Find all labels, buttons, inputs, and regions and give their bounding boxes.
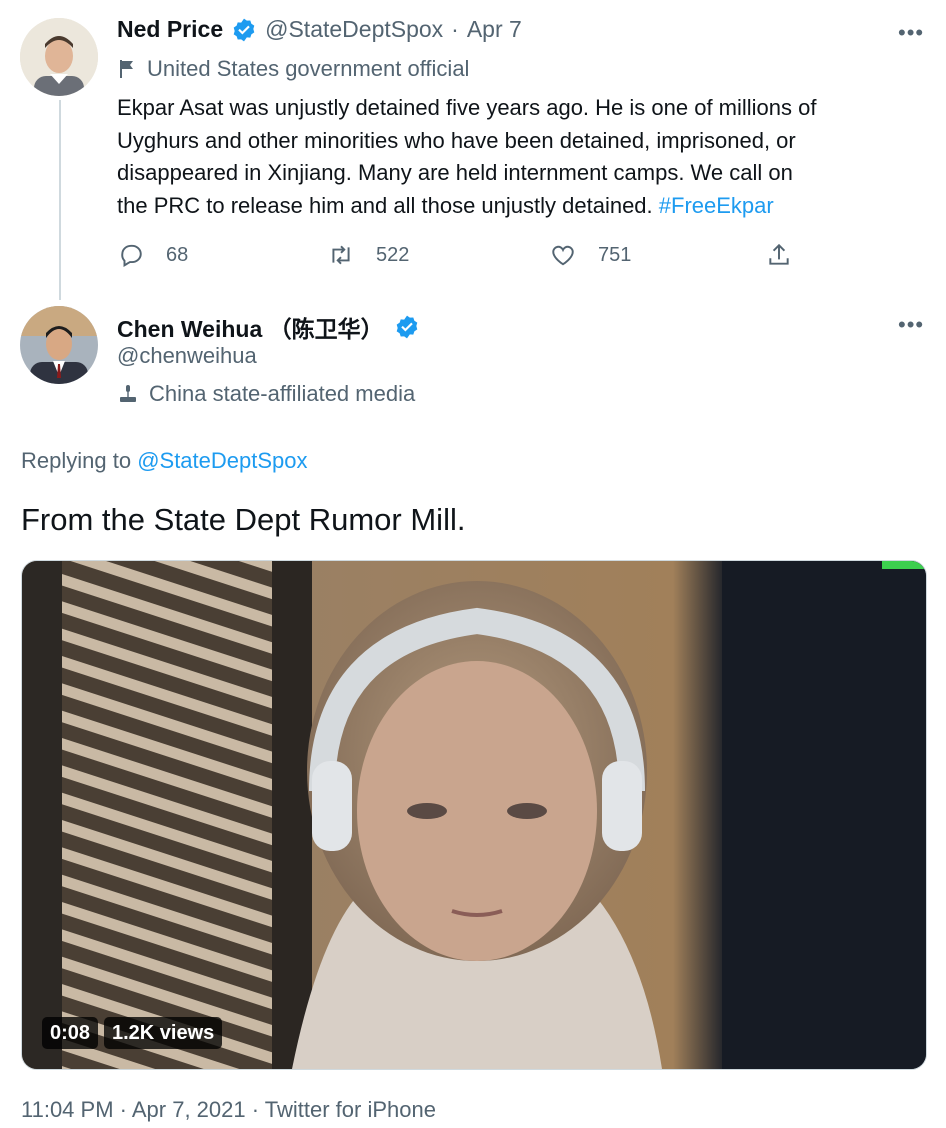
avatar[interactable]	[20, 18, 98, 96]
thread-line	[59, 100, 61, 300]
video-duration: 0:08	[42, 1017, 99, 1049]
tweet-text: From the State Dept Rumor Mill.	[21, 502, 466, 537]
account-label[interactable]: China state-affiliated media	[117, 381, 415, 407]
separator: ·	[451, 16, 459, 42]
more-options-icon[interactable]: •••	[898, 312, 924, 338]
video-thumbnail	[22, 561, 926, 1069]
account-label-text: United States government official	[147, 56, 470, 81]
tweet-text-line: the PRC to release him and all those unj…	[117, 192, 659, 218]
share-icon	[769, 243, 789, 265]
tweet-date[interactable]: Apr 7	[467, 16, 522, 43]
avatar[interactable]	[20, 306, 98, 384]
quoted-tweet-header: Ned Price @StateDeptSpox · Apr 7	[117, 16, 522, 43]
profile-photo	[20, 18, 98, 96]
more-options-icon[interactable]: •••	[898, 20, 924, 46]
author-handle[interactable]: @chenweihua	[117, 343, 257, 369]
author-name[interactable]: Chen Weihua （陈卫华）	[117, 310, 384, 344]
verified-badge-icon	[396, 315, 417, 339]
profile-photo	[20, 306, 98, 384]
retweet-count: 522	[376, 243, 410, 266]
like-count: 751	[598, 243, 632, 266]
microphone-stand-icon	[120, 385, 136, 402]
like-button[interactable]: 751	[550, 242, 631, 268]
quoted-tweet-text: Ekpar Asat was unjustly detained five ye…	[117, 92, 927, 222]
author-name[interactable]: Ned Price	[117, 16, 223, 43]
tweet-header: Chen Weihua （陈卫华）	[117, 310, 420, 344]
flag-icon	[120, 60, 133, 78]
author-handle[interactable]: @StateDeptSpox	[265, 16, 443, 43]
heart-icon	[552, 245, 574, 266]
tweet-text-line: disappeared in Xinjiang. Many are held i…	[117, 160, 793, 185]
tweet-text-line: Ekpar Asat was unjustly detained five ye…	[117, 95, 817, 120]
retweet-button[interactable]: 522	[328, 242, 409, 268]
share-button[interactable]	[766, 242, 792, 268]
reply-icon	[121, 244, 142, 268]
retweet-icon	[332, 245, 350, 265]
tweet-footer[interactable]: 11:04 PM · Apr 7, 2021 · Twitter for iPh…	[21, 1097, 436, 1123]
verified-badge-icon	[233, 18, 255, 41]
tweet-text-line: Uyghurs and other minorities who have be…	[117, 127, 796, 153]
account-label[interactable]: United States government official	[117, 56, 469, 82]
replying-to: Replying to @StateDeptSpox	[21, 448, 308, 474]
hashtag-link[interactable]: #FreeEkpar	[659, 193, 774, 218]
account-label-text: China state-affiliated media	[149, 381, 416, 406]
reply-button[interactable]: 68	[118, 242, 188, 268]
video-views: 1.2K views	[104, 1017, 223, 1049]
replying-to-handle[interactable]: @StateDeptSpox	[137, 448, 307, 473]
video-player[interactable]	[21, 560, 927, 1070]
replying-to-prefix: Replying to	[21, 448, 138, 473]
reply-count: 68	[166, 243, 189, 266]
